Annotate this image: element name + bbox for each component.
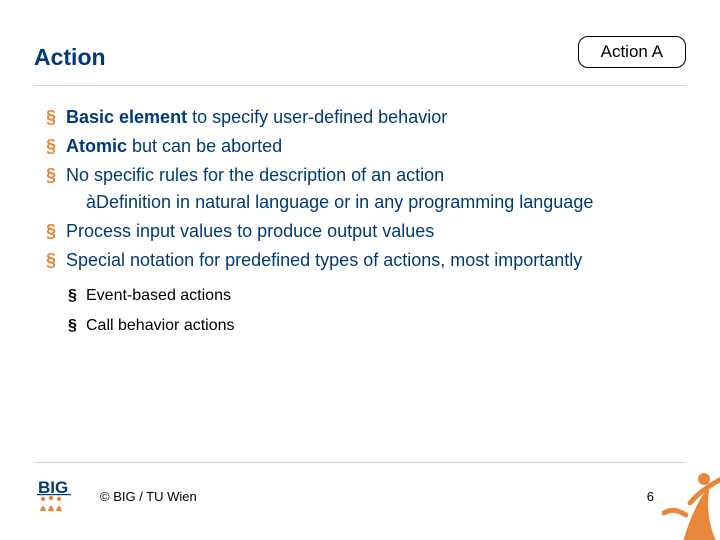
- slide: Action Action A Basic element to specify…: [0, 0, 720, 540]
- sub-bullet-list: Event-based actions Call behavior action…: [68, 284, 686, 338]
- list-item: No specific rules for the description of…: [52, 162, 686, 216]
- header-row: Action Action A: [34, 36, 686, 71]
- divider-top: [34, 85, 686, 86]
- sub-arrow-line: àDefinition in natural language or in an…: [66, 189, 686, 216]
- arrow-glyph: à: [86, 192, 96, 212]
- main-bullet-list: Basic element to specify user-defined be…: [34, 104, 686, 274]
- bullet-text: but can be aborted: [127, 136, 282, 156]
- list-item: Atomic but can be aborted: [52, 133, 686, 160]
- content-area: Basic element to specify user-defined be…: [34, 104, 686, 338]
- footer-row: BIG © BIG / TU Wien 6: [34, 477, 686, 516]
- bullet-text: Process input values to produce output v…: [66, 221, 434, 241]
- big-logo-icon: BIG: [34, 477, 86, 516]
- bullet-text: No specific rules for the description of…: [66, 165, 444, 185]
- footer: BIG © BIG / TU Wien 6: [34, 462, 686, 516]
- list-item: Basic element to specify user-defined be…: [52, 104, 686, 131]
- bullet-text: to specify user-defined behavior: [187, 107, 447, 127]
- action-node-box: Action A: [578, 36, 686, 68]
- bullet-text: Special notation for predefined types of…: [66, 250, 582, 270]
- page-title: Action: [34, 44, 106, 71]
- divider-bottom: [34, 462, 686, 463]
- page-number: 6: [647, 489, 654, 504]
- corner-figure-icon: [662, 465, 720, 540]
- copyright-text: © BIG / TU Wien: [100, 489, 197, 504]
- list-item: Process input values to produce output v…: [52, 218, 686, 245]
- sub-arrow-text: Definition in natural language or in any…: [96, 192, 593, 212]
- footer-left: BIG © BIG / TU Wien: [34, 477, 197, 516]
- bullet-bold: Atomic: [66, 136, 127, 156]
- list-item: Call behavior actions: [68, 314, 686, 338]
- list-item: Event-based actions: [68, 284, 686, 308]
- bullet-bold: Basic element: [66, 107, 187, 127]
- list-item: Special notation for predefined types of…: [52, 247, 686, 274]
